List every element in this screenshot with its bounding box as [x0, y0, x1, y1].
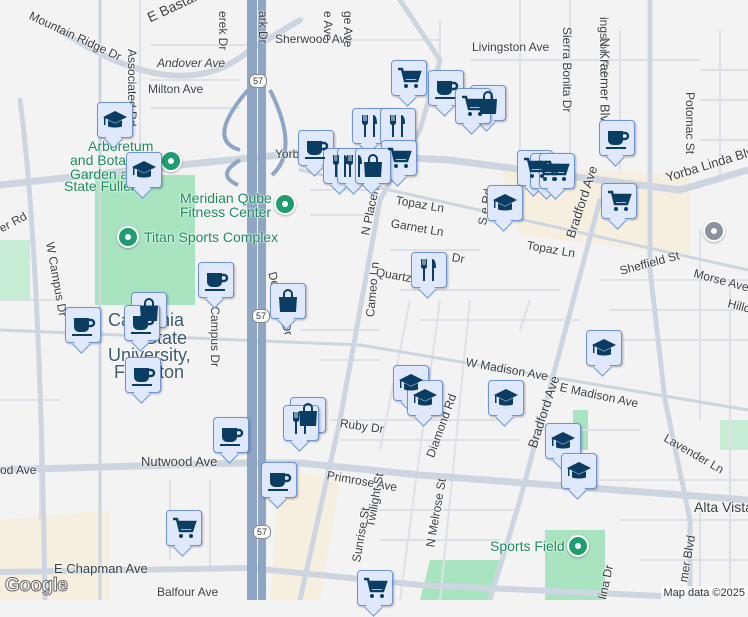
- cart-icon: [171, 515, 197, 541]
- place-pin-icon[interactable]: [274, 193, 296, 215]
- map-marker-shopping-bag[interactable]: [355, 148, 391, 184]
- map-marker-restaurant[interactable]: [380, 108, 416, 144]
- coffee-icon: [266, 467, 292, 493]
- map-marker-coffee[interactable]: [599, 120, 635, 156]
- street-label: Livingston Ave: [472, 40, 549, 54]
- street-label: e Ave: [321, 11, 335, 41]
- map-marker-restaurant[interactable]: [352, 108, 388, 144]
- restaurant-icon: [357, 113, 383, 139]
- highway-57-shield: 57: [249, 74, 267, 88]
- coffee-icon: [218, 422, 244, 448]
- cart-icon: [544, 158, 570, 184]
- map-marker-shopping-bag[interactable]: [270, 283, 306, 319]
- cart-icon: [362, 575, 388, 601]
- map-marker-school[interactable]: [488, 380, 524, 416]
- map-marker-school[interactable]: [545, 423, 581, 459]
- school-place-pin-icon[interactable]: [703, 220, 725, 242]
- street-label: Andover Ave: [157, 56, 225, 70]
- poi-label-sports-field[interactable]: Sports Field: [490, 538, 565, 554]
- highway-57-shield: 57: [252, 309, 270, 323]
- school-icon: [591, 335, 617, 361]
- coffee-icon: [129, 310, 155, 336]
- map-marker-coffee[interactable]: [428, 70, 464, 106]
- coffee-icon: [130, 362, 156, 388]
- map-marker-cart[interactable]: [391, 60, 427, 96]
- map-marker-cart[interactable]: [601, 183, 637, 219]
- poi-label-arboretum[interactable]: State Fuller: [64, 178, 136, 194]
- place-pin-icon[interactable]: [117, 226, 139, 248]
- map-marker-restaurant[interactable]: [411, 252, 447, 288]
- restaurant-icon: [385, 113, 411, 139]
- coffee-icon: [433, 75, 459, 101]
- street-label: od Ave: [0, 463, 36, 477]
- map-marker-cart[interactable]: [455, 88, 491, 124]
- street-label: ge Ave: [341, 11, 355, 47]
- map-marker-coffee[interactable]: [198, 262, 234, 298]
- poi-label-titan[interactable]: Titan Sports Complex: [144, 229, 278, 245]
- street-label: N Kraemer Blvd: [598, 38, 613, 130]
- school-icon: [102, 107, 128, 133]
- shopping-bag-icon: [275, 288, 301, 314]
- highway-57-shield: 57: [253, 525, 271, 539]
- park-area: [0, 240, 30, 300]
- map-marker-coffee[interactable]: [261, 462, 297, 498]
- school-icon: [493, 385, 519, 411]
- map-data-attribution[interactable]: Map data ©2025: [661, 586, 748, 600]
- street-label: Dr: [451, 250, 466, 266]
- restaurant-icon: [288, 410, 314, 436]
- park-area: [420, 560, 500, 600]
- map-marker-cart[interactable]: [357, 570, 393, 606]
- school-icon: [492, 190, 518, 216]
- street-label: Potomac St: [683, 92, 697, 154]
- map-marker-coffee[interactable]: [125, 357, 161, 393]
- cart-icon: [606, 188, 632, 214]
- cart-icon: [386, 145, 412, 171]
- shopping-bag-icon: [360, 153, 386, 179]
- map-marker-coffee[interactable]: [65, 307, 101, 343]
- school-icon: [550, 428, 576, 454]
- map-marker-school[interactable]: [97, 102, 133, 138]
- street-label: erek Dr: [216, 11, 230, 50]
- street-label: Milton Ave: [148, 82, 203, 96]
- cart-icon: [396, 65, 422, 91]
- map-marker-school[interactable]: [586, 330, 622, 366]
- map-marker-cart[interactable]: [539, 153, 575, 189]
- map-marker-coffee[interactable]: [213, 417, 249, 453]
- place-pin-icon[interactable]: [567, 535, 589, 557]
- street-label: Balfour Ave: [157, 585, 218, 599]
- map-marker-cart[interactable]: [166, 510, 202, 546]
- street-label: Sierra Bonita Dr: [560, 27, 574, 112]
- map-marker-school[interactable]: [126, 152, 162, 188]
- restaurant-icon: [416, 257, 442, 283]
- coffee-icon: [70, 312, 96, 338]
- park-area: [720, 420, 748, 450]
- school-icon: [412, 385, 438, 411]
- google-logo: Google: [5, 575, 67, 597]
- coffee-icon: [604, 125, 630, 151]
- coffee-icon: [303, 135, 329, 161]
- map-marker-school[interactable]: [561, 453, 597, 489]
- school-icon: [566, 458, 592, 484]
- coffee-icon: [203, 267, 229, 293]
- cart-icon: [460, 93, 486, 119]
- school-icon: [131, 157, 157, 183]
- map-marker-coffee[interactable]: [124, 305, 160, 341]
- street-label: Alta Vista: [694, 499, 748, 515]
- garden-pin-icon[interactable]: [160, 150, 182, 172]
- map-marker-school[interactable]: [407, 380, 443, 416]
- street-label: Nutwood Ave: [141, 454, 217, 469]
- street-label: E Chapman Ave: [54, 561, 148, 576]
- map-marker-restaurant[interactable]: [283, 405, 319, 441]
- map-marker-cart[interactable]: [381, 140, 417, 176]
- map-marker-school[interactable]: [487, 185, 523, 221]
- street-label: Yorb: [275, 147, 299, 161]
- poi-label-meridian[interactable]: Fitness Center: [180, 204, 271, 220]
- street-label: ark Dr: [256, 11, 270, 44]
